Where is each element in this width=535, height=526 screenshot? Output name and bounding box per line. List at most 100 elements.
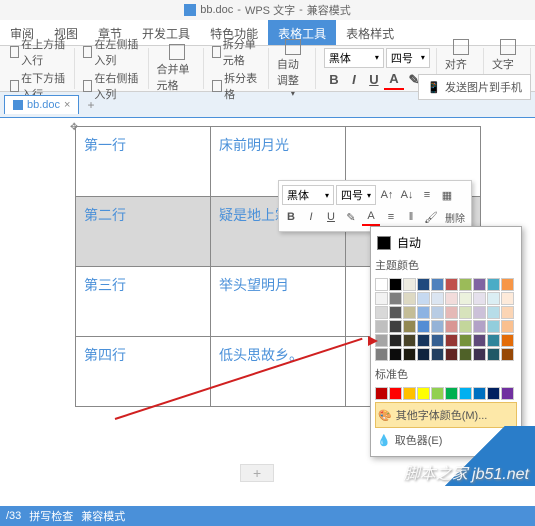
color-swatch[interactable] [501, 387, 514, 400]
close-tab-button[interactable]: × [64, 99, 70, 111]
color-swatch[interactable] [487, 320, 500, 333]
color-swatch[interactable] [459, 278, 472, 291]
color-swatch[interactable] [375, 306, 388, 319]
insert-col-left-button[interactable]: 在左侧插入列 [83, 36, 141, 68]
color-swatch[interactable] [431, 348, 444, 361]
mini-format-painter[interactable]: 🖌 [422, 208, 440, 226]
color-swatch[interactable] [487, 387, 500, 400]
color-swatch[interactable] [389, 292, 402, 305]
color-swatch[interactable] [431, 387, 444, 400]
color-swatch[interactable] [417, 306, 430, 319]
mini-font-dropdown[interactable]: 黑体▾ [282, 185, 334, 205]
color-swatch[interactable] [459, 292, 472, 305]
color-swatch[interactable] [403, 320, 416, 333]
merge-cells-button[interactable]: 合并单元格 [157, 44, 197, 93]
color-swatch[interactable] [375, 387, 388, 400]
mini-italic[interactable]: I [302, 208, 320, 226]
color-swatch[interactable] [473, 387, 486, 400]
document-tab[interactable]: bb.doc × [4, 95, 79, 114]
menu-表格样式[interactable]: 表格样式 [336, 20, 404, 45]
table-cell[interactable]: 第三行 [76, 267, 211, 337]
color-swatch[interactable] [501, 348, 514, 361]
color-swatch[interactable] [417, 334, 430, 347]
insert-row-above-button[interactable]: 在上方插入行 [10, 36, 68, 68]
table-cell[interactable]: 第一行 [76, 127, 211, 197]
color-swatch[interactable] [487, 292, 500, 305]
more-colors-item[interactable]: 🎨 其他字体颜色(M)... [375, 402, 517, 428]
add-row-handle[interactable]: + [240, 464, 274, 482]
color-swatch[interactable] [375, 278, 388, 291]
color-swatch[interactable] [375, 292, 388, 305]
color-swatch[interactable] [473, 334, 486, 347]
mini-delete[interactable]: 删除 [442, 208, 468, 226]
table-cell[interactable]: 低头思故乡。 [211, 337, 346, 407]
mini-bold[interactable]: B [282, 208, 300, 226]
spell-check-status[interactable]: 拼写检查 [29, 508, 73, 524]
color-swatch[interactable] [431, 334, 444, 347]
color-swatch[interactable] [403, 278, 416, 291]
color-swatch[interactable] [487, 334, 500, 347]
color-swatch[interactable] [417, 278, 430, 291]
table-cell[interactable]: 第四行 [76, 337, 211, 407]
color-swatch[interactable] [403, 292, 416, 305]
font-name-dropdown[interactable]: 黑体▾ [324, 48, 384, 68]
color-swatch[interactable] [389, 334, 402, 347]
color-swatch[interactable] [403, 334, 416, 347]
color-swatch[interactable] [445, 320, 458, 333]
bold-button[interactable]: B [324, 70, 344, 90]
color-swatch[interactable] [431, 306, 444, 319]
color-swatch[interactable] [375, 348, 388, 361]
color-swatch[interactable] [445, 306, 458, 319]
underline-button[interactable]: U [364, 70, 384, 90]
color-swatch[interactable] [501, 334, 514, 347]
color-swatch[interactable] [473, 348, 486, 361]
color-swatch[interactable] [445, 278, 458, 291]
table-cell[interactable]: 举头望明月 [211, 267, 346, 337]
color-swatch[interactable] [487, 278, 500, 291]
color-swatch[interactable] [375, 320, 388, 333]
font-color-button[interactable]: A [384, 70, 404, 90]
mini-spacing[interactable]: ‖ [402, 208, 420, 226]
mini-indent-icon[interactable]: ≡ [418, 186, 436, 204]
color-swatch[interactable] [459, 334, 472, 347]
mini-font-color[interactable]: A [362, 208, 380, 226]
color-swatch[interactable] [389, 387, 402, 400]
color-swatch[interactable] [501, 278, 514, 291]
color-swatch[interactable] [445, 348, 458, 361]
color-swatch[interactable] [501, 306, 514, 319]
color-swatch[interactable] [431, 278, 444, 291]
mini-shrink-font[interactable]: A↓ [398, 186, 416, 204]
color-swatch[interactable] [445, 334, 458, 347]
mini-highlight[interactable]: ✎ [342, 208, 360, 226]
color-swatch[interactable] [487, 306, 500, 319]
color-swatch[interactable] [501, 320, 514, 333]
auto-color-item[interactable]: 自动 [375, 231, 517, 254]
table-cell[interactable]: 第二行 [76, 197, 211, 267]
color-swatch[interactable] [389, 278, 402, 291]
mini-align[interactable]: ≡ [382, 208, 400, 226]
mini-grow-font[interactable]: A↑ [378, 186, 396, 204]
color-swatch[interactable] [473, 320, 486, 333]
color-swatch[interactable] [417, 348, 430, 361]
color-swatch[interactable] [403, 348, 416, 361]
color-swatch[interactable] [389, 348, 402, 361]
menu-开发工具[interactable]: 开发工具 [132, 20, 200, 45]
color-swatch[interactable] [431, 320, 444, 333]
color-swatch[interactable] [501, 292, 514, 305]
color-swatch[interactable] [403, 387, 416, 400]
color-swatch[interactable] [389, 320, 402, 333]
color-swatch[interactable] [417, 292, 430, 305]
send-to-phone-button[interactable]: 📱 发送图片到手机 [418, 74, 531, 100]
color-swatch[interactable] [445, 387, 458, 400]
auto-adjust-button[interactable]: 自动调整▾ [277, 39, 309, 98]
color-swatch[interactable] [417, 387, 430, 400]
color-swatch[interactable] [473, 278, 486, 291]
mini-underline[interactable]: U [322, 208, 340, 226]
color-swatch[interactable] [389, 306, 402, 319]
color-swatch[interactable] [459, 387, 472, 400]
color-swatch[interactable] [487, 348, 500, 361]
new-tab-button[interactable]: + [79, 94, 102, 116]
color-swatch[interactable] [445, 292, 458, 305]
color-swatch[interactable] [417, 320, 430, 333]
color-swatch[interactable] [403, 306, 416, 319]
